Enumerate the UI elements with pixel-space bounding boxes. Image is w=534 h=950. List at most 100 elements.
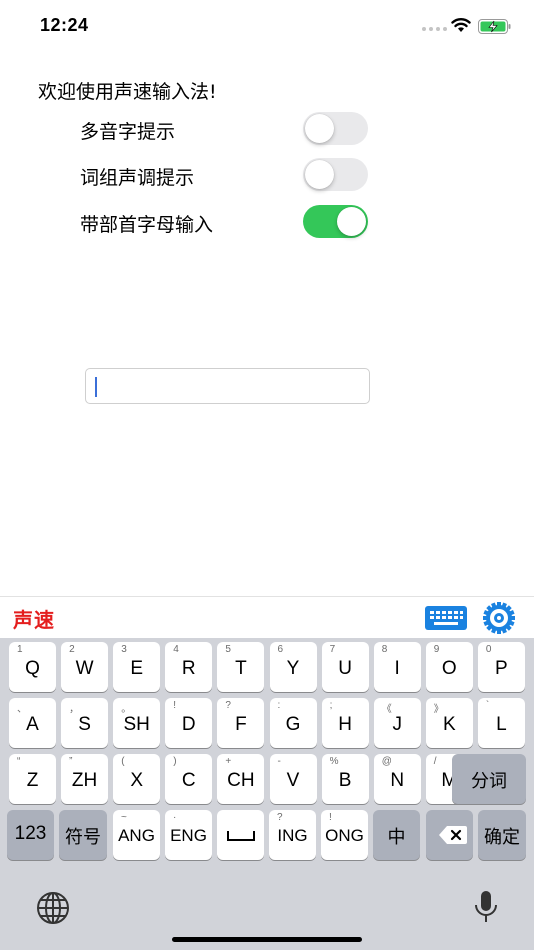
key-j[interactable]: 《 J xyxy=(373,698,421,748)
key-d[interactable]: ! D xyxy=(165,698,213,748)
key-hint: ， xyxy=(69,704,80,715)
polyphone-toggle[interactable] xyxy=(303,112,368,145)
key-y[interactable]: 6Y xyxy=(269,642,317,692)
key-hint: ; xyxy=(329,700,333,711)
key-chinese[interactable]: 中 xyxy=(373,810,420,860)
keyboard-icon[interactable] xyxy=(425,606,467,630)
key-l[interactable]: ` L xyxy=(477,698,525,748)
setting-row-polyphone: 多音字提示 xyxy=(80,112,380,148)
key-c[interactable]: ) C xyxy=(165,754,213,804)
key-hint: 2 xyxy=(69,644,75,655)
microphone-icon[interactable] xyxy=(473,890,499,924)
key-hint: 0 xyxy=(485,644,492,655)
key-hint: - xyxy=(277,756,281,767)
key-numbers[interactable]: 123 xyxy=(7,810,54,860)
key-v[interactable]: -V xyxy=(269,754,317,804)
key-label: G xyxy=(285,714,301,735)
key-label: Q xyxy=(25,658,40,679)
key-ing[interactable]: ? ING xyxy=(269,810,316,860)
home-indicator xyxy=(172,937,362,942)
key-r[interactable]: 4R xyxy=(165,642,213,692)
key-hint: 3 xyxy=(121,644,127,655)
text-input[interactable] xyxy=(85,368,370,404)
key-x[interactable]: (X xyxy=(113,754,161,804)
key-hint: ` xyxy=(485,700,490,711)
key-label: T xyxy=(235,658,247,679)
key-label: I xyxy=(394,658,400,679)
globe-icon[interactable] xyxy=(35,890,71,926)
setting-row-radical-input: 带部首字母输入 xyxy=(80,205,380,241)
setting-row-phrase-tone: 词组声调提示 xyxy=(80,158,380,194)
key-label: U xyxy=(338,658,352,679)
key-hint: ( xyxy=(121,756,125,767)
key-a[interactable]: 、 A xyxy=(9,698,56,748)
key-label: J xyxy=(392,714,402,735)
ime-toolbar: 声速 xyxy=(0,596,534,638)
key-label: Y xyxy=(286,658,300,679)
radical-input-toggle[interactable] xyxy=(303,205,368,238)
key-f[interactable]: ? F xyxy=(217,698,265,748)
key-h[interactable]: ; H xyxy=(321,698,369,748)
setting-label-polyphone: 多音字提示 xyxy=(80,121,176,143)
delete-icon xyxy=(439,826,467,844)
key-i[interactable]: 8I xyxy=(373,642,421,692)
key-hint: ” xyxy=(69,756,73,767)
key-label: V xyxy=(286,770,300,791)
keyboard: 1Q2W3E4R5T6Y7U8I9O0P 、 A， S。 SH! D? F: G; H 《 J 》 K… xyxy=(0,638,534,950)
key-w[interactable]: 2W xyxy=(61,642,109,692)
key-label: X xyxy=(130,770,144,791)
key-eng[interactable]: · ENG xyxy=(165,810,212,860)
key-ch[interactable]: + CH xyxy=(217,754,265,804)
key-confirm[interactable]: 确定 xyxy=(478,810,526,860)
key-hint: 4 xyxy=(173,644,179,655)
key-label: E xyxy=(130,658,144,679)
key-label: C xyxy=(181,770,196,791)
key-o[interactable]: 9O xyxy=(425,642,473,692)
key-u[interactable]: 7U xyxy=(321,642,369,692)
key-s[interactable]: ， S xyxy=(61,698,109,748)
key-hint: : xyxy=(277,700,281,711)
key-t[interactable]: 5T xyxy=(217,642,265,692)
key-q[interactable]: 1Q xyxy=(9,642,56,692)
gear-icon[interactable] xyxy=(482,601,516,635)
key-space[interactable] xyxy=(217,810,264,860)
key-ong[interactable]: ! ONG xyxy=(321,810,368,860)
key-label: K xyxy=(442,714,456,735)
key-hint: 。 xyxy=(121,704,132,715)
key-hint: 9 xyxy=(433,644,440,655)
key-label: Z xyxy=(26,770,39,791)
setting-label-phrase-tone: 词组声调提示 xyxy=(80,167,195,189)
key-g[interactable]: :G xyxy=(269,698,317,748)
key-label: W xyxy=(75,658,94,679)
key-hint: % xyxy=(329,756,339,767)
key-sh[interactable]: 。 SH xyxy=(113,698,161,748)
key-label: N xyxy=(390,770,405,791)
key-hint: “ xyxy=(17,756,21,767)
key-label: O xyxy=(441,658,457,679)
key-n[interactable]: @ N xyxy=(373,754,421,804)
key-z[interactable]: “Z xyxy=(9,754,56,804)
key-b[interactable]: % B xyxy=(321,754,369,804)
key-delete[interactable] xyxy=(426,810,473,860)
key-hint: 《 xyxy=(381,704,392,715)
key-k[interactable]: 》 K xyxy=(425,698,473,748)
key-label: ZH xyxy=(71,770,98,791)
phrase-tone-toggle[interactable] xyxy=(303,158,368,191)
key-hint: + xyxy=(225,756,232,767)
key-hint: 》 xyxy=(433,704,444,715)
key-label: L xyxy=(496,714,507,735)
key-label: H xyxy=(338,714,352,735)
key-symbols[interactable]: 符号 xyxy=(59,810,107,860)
key-p[interactable]: 0P xyxy=(477,642,525,692)
key-label: CH xyxy=(227,770,255,791)
key-word-split[interactable]: 分词 xyxy=(452,754,526,804)
key-ang[interactable]: ~ ANG xyxy=(113,810,160,860)
key-hint: ) xyxy=(173,756,177,767)
wifi-icon xyxy=(451,18,471,32)
key-e[interactable]: 3E xyxy=(113,642,161,692)
key-hint: ! xyxy=(173,700,177,711)
key-zh[interactable]: ” ZH xyxy=(61,754,109,804)
key-hint: 7 xyxy=(329,644,336,655)
key-label: P xyxy=(495,658,508,679)
key-hint: @ xyxy=(381,756,392,767)
